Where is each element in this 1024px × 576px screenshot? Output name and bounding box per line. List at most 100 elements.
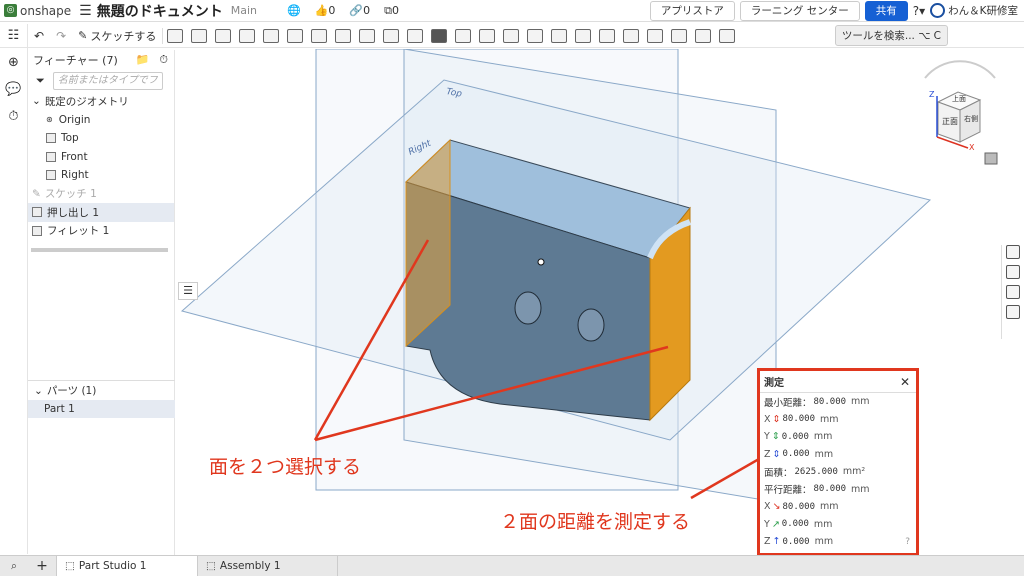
copies-button[interactable]: ⧉0 (384, 4, 399, 18)
part-list-item[interactable]: Part 1 (28, 400, 175, 418)
pattern-tool-icon[interactable] (431, 28, 448, 43)
left-rail: ☷ ⊕ 💬 ⏱ (0, 24, 28, 554)
onshape-logo[interactable]: ◎ onshape (0, 4, 71, 18)
revolve-tool-icon[interactable] (191, 28, 208, 43)
hole-1[interactable] (514, 291, 542, 325)
tree-item-fillet1[interactable]: フィレット 1 (28, 222, 174, 241)
tool-search-button[interactable]: ツールを検索... ⌥ C (834, 25, 948, 46)
replace-face-tool-icon[interactable] (623, 28, 640, 43)
learning-center-button[interactable]: ラーニング センター (739, 0, 860, 21)
mate-connector-tool-icon[interactable] (695, 28, 712, 43)
extrude-tool-icon[interactable] (167, 28, 184, 43)
tree-item-origin[interactable]: ⊛ Origin (28, 111, 174, 130)
draft-tool-icon[interactable] (335, 28, 352, 43)
tab-part-studio[interactable]: ⬚ Part Studio 1 (56, 555, 198, 576)
move-face-tool-icon[interactable] (599, 28, 616, 43)
help-icon[interactable]: ? (905, 537, 910, 547)
comments-icon[interactable]: 💬 (5, 82, 21, 97)
hole-2[interactable] (577, 308, 605, 342)
help-icon[interactable]: ?▾ (913, 4, 925, 18)
bom-icon[interactable] (1005, 285, 1020, 299)
unit-label: mm (851, 483, 870, 495)
user-menu[interactable]: わん＆K研修室 (930, 3, 1018, 18)
sweep-tool-icon[interactable] (215, 28, 232, 43)
default-geometry-folder[interactable]: ⌄ 既定のジオメトリ (28, 92, 174, 111)
document-title[interactable]: 無題のドキュメント (97, 1, 223, 21)
delete-part-tool-icon[interactable] (551, 28, 568, 43)
parts-header[interactable]: ⌄ パーツ (1) (28, 380, 175, 400)
boolean-tool-icon[interactable] (479, 28, 496, 43)
tab-assembly[interactable]: ⬚ Assembly 1 (198, 555, 338, 576)
feature-list-icon[interactable]: ☷ (8, 28, 20, 43)
annotation-measure-distance: ２面の距離を測定する (500, 511, 691, 533)
history-icon[interactable]: ⏱ (8, 109, 18, 124)
app-store-button[interactable]: アプリストア (649, 0, 735, 21)
tree-item-right[interactable]: Right (28, 166, 174, 185)
tree-item-top[interactable]: Top (28, 129, 174, 148)
tree-item-label: Origin (58, 113, 91, 126)
offset-surface-tool-icon[interactable] (647, 28, 664, 43)
undo-icon[interactable]: ↶ (34, 29, 44, 43)
view-mode-icon[interactable] (984, 152, 998, 165)
plane-tool-icon[interactable] (671, 28, 688, 43)
redo-icon[interactable]: ↷ (56, 29, 66, 43)
tree-item-label: Right (61, 169, 89, 182)
px-row: X ↘ 80.000 mm (760, 498, 916, 516)
chevron-down-icon: ⌄ (34, 384, 43, 397)
dz-value: 0.000 (782, 449, 810, 460)
tree-item-front[interactable]: Front (28, 148, 174, 167)
modify-fillet-tool-icon[interactable] (575, 28, 592, 43)
axis-x-label: X (764, 501, 771, 513)
variable-table-icon[interactable] (1005, 305, 1020, 319)
panel-toggle-icon[interactable]: ☰ (178, 282, 198, 300)
like-button[interactable]: 👍0 (315, 4, 336, 17)
area-value: 2625.000 (794, 466, 838, 477)
parallel-distance-value: 80.000 (813, 484, 847, 495)
mass-properties-icon[interactable] (1005, 265, 1020, 279)
add-variable-icon[interactable]: ⊕ (8, 55, 19, 70)
menu-icon[interactable]: ☰ (79, 3, 92, 19)
tree-item-sketch1[interactable]: ✎ スケッチ 1 (28, 185, 174, 204)
share-button[interactable]: 共有 (864, 0, 908, 21)
unit-label: mm (813, 518, 833, 530)
copy-icon: ⧉ (384, 3, 392, 17)
chamfer-tool-icon[interactable] (311, 28, 328, 43)
view-cube[interactable]: 上面 正面 右側 Z X (924, 60, 998, 165)
view-rotate-arc[interactable] (924, 60, 996, 79)
add-tab-icon[interactable]: + (28, 558, 56, 574)
link-icon: 🔗 (349, 4, 364, 17)
add-folder-icon[interactable]: 📁 (136, 53, 150, 67)
parts-header-label: パーツ (1) (46, 385, 97, 397)
feature-filter-input[interactable]: 名前またはタイプでフ (52, 72, 163, 90)
tree-item-extrude1[interactable]: 押し出し 1 (28, 203, 174, 222)
close-icon[interactable]: ✕ (900, 375, 910, 389)
dx-value: 80.000 (782, 414, 815, 425)
pz-row: Z ↑ 0.000 mm ? (760, 533, 916, 551)
rollback-icon[interactable]: ⏱ (159, 53, 168, 67)
loft-tool-icon[interactable] (239, 28, 256, 43)
links-button[interactable]: 🔗0 (349, 4, 370, 17)
split-tool-icon[interactable] (503, 28, 520, 43)
filter-icon[interactable]: ⏷ (36, 74, 45, 88)
plane-icon (46, 170, 56, 181)
logo-text: onshape (20, 3, 72, 18)
search-icon[interactable]: ⌕ (0, 560, 28, 573)
shell-tool-icon[interactable] (383, 28, 400, 43)
appearance-icon[interactable] (1005, 245, 1020, 259)
fillet-tool-icon[interactable] (287, 28, 304, 43)
globe-icon[interactable]: 🌐 (287, 4, 301, 17)
sketch-button[interactable]: ✎ スケッチする (72, 27, 164, 44)
tree-item-label: スケッチ 1 (44, 188, 97, 201)
extrude-icon (32, 207, 42, 218)
variable-tool-icon[interactable] (719, 28, 736, 43)
measure-panel: 測定 ✕ 最小距離： 80.000 mm X ⇕ 80.000 mm Y ⇕ 0… (757, 368, 919, 556)
hole-tool-icon[interactable] (407, 28, 424, 43)
tool-search-label: ツールを検索... (841, 30, 915, 42)
mirror-tool-icon[interactable] (455, 28, 472, 43)
rollback-bar[interactable] (31, 248, 168, 252)
transform-tool-icon[interactable] (527, 28, 544, 43)
thicken-tool-icon[interactable] (263, 28, 280, 43)
branch-label[interactable]: Main (231, 4, 257, 17)
rib-tool-icon[interactable] (359, 28, 376, 43)
area-label: 面積： (764, 467, 793, 479)
